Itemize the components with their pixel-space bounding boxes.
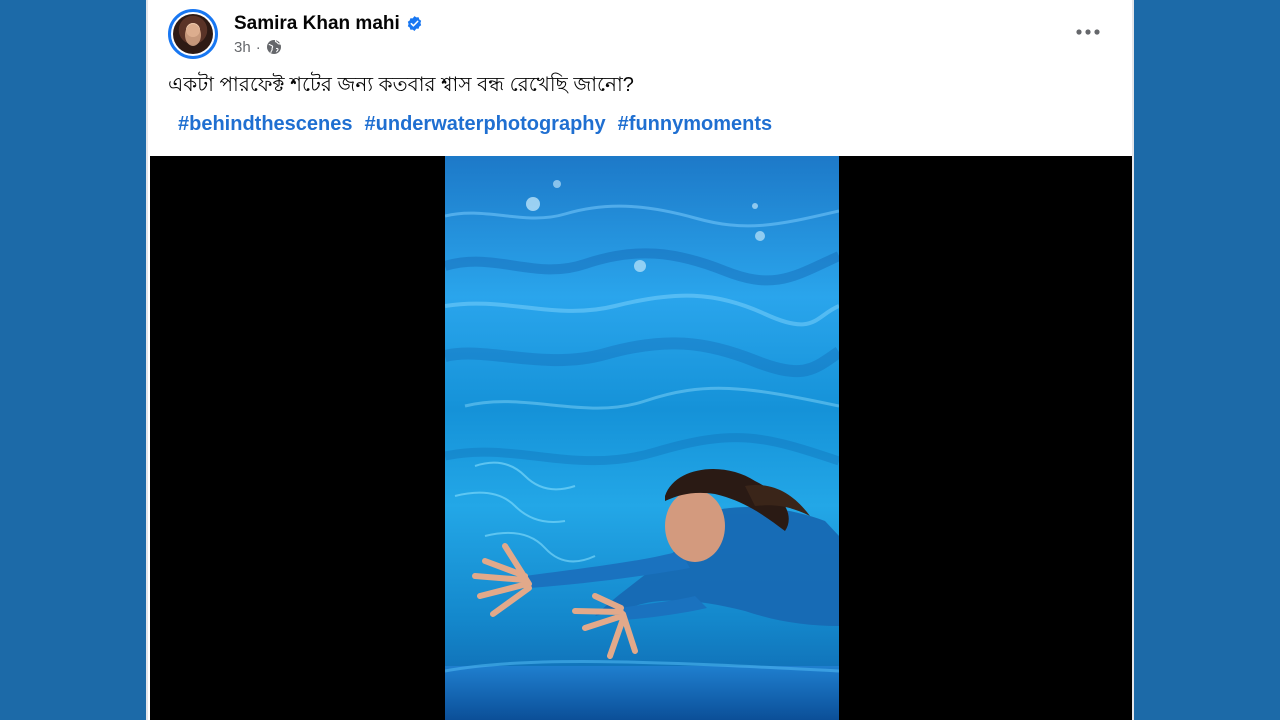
more-options-icon xyxy=(1076,29,1100,35)
hashtag-link[interactable]: #underwaterphotography xyxy=(365,113,606,136)
underwater-scene xyxy=(445,180,839,720)
avatar-photo xyxy=(173,14,213,54)
globe-icon xyxy=(266,40,281,54)
author-name[interactable]: Samira Khan mahi xyxy=(234,13,400,35)
more-options-button[interactable] xyxy=(1070,20,1106,44)
facebook-post: Samira Khan mahi 3h · একটা পারফেক্ট শটের… xyxy=(146,0,1134,720)
hashtag-list: #behindthescenes #underwaterphotography … xyxy=(178,113,772,136)
hashtag-link[interactable]: #behindthescenes xyxy=(178,113,353,136)
meta-separator: · xyxy=(255,38,261,56)
author-row: Samira Khan mahi xyxy=(234,13,423,35)
post-caption: একটা পারফেক্ট শটের জন্য কতবার শ্বাস বন্ধ… xyxy=(168,74,634,96)
underwater-video-frame[interactable] xyxy=(445,156,839,720)
post-time[interactable]: 3h xyxy=(234,39,251,56)
post-subline: 3h · xyxy=(234,39,423,56)
post-header: Samira Khan mahi 3h · xyxy=(168,6,423,62)
page-background: Samira Khan mahi 3h · একটা পারফেক্ট শটের… xyxy=(0,0,1280,720)
video-player[interactable] xyxy=(150,156,1132,720)
author-avatar[interactable] xyxy=(168,9,218,59)
hashtag-link[interactable]: #funnymoments xyxy=(618,113,772,136)
post-meta: Samira Khan mahi 3h · xyxy=(234,13,423,56)
verified-badge-icon xyxy=(407,16,421,31)
